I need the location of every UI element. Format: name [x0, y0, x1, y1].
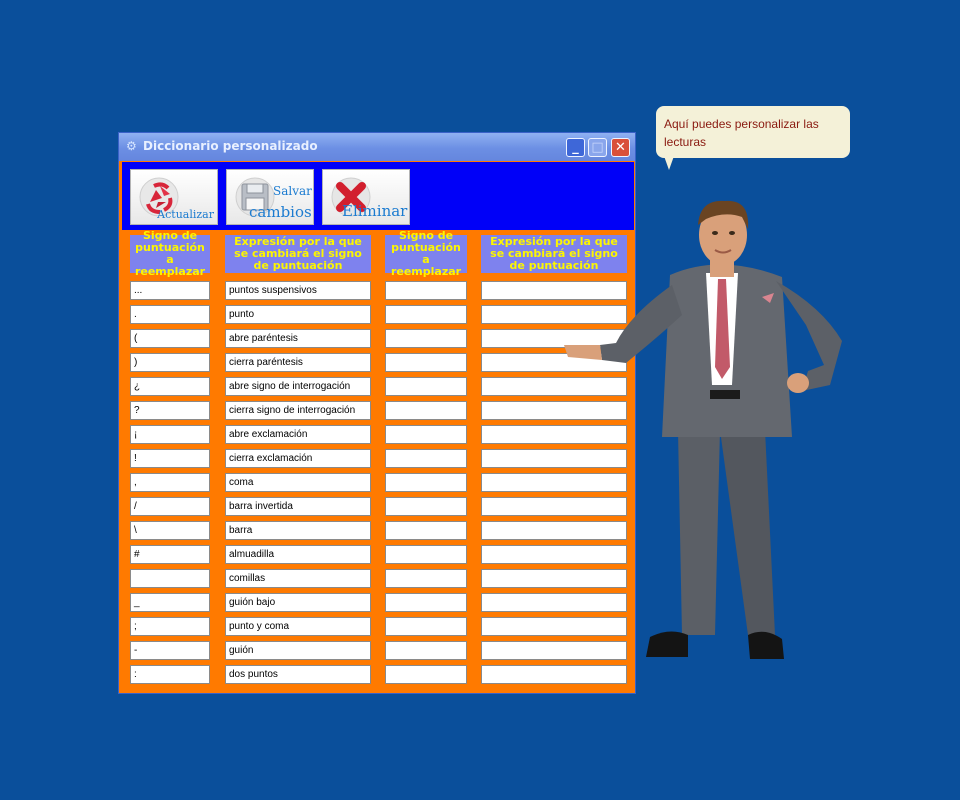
sign-input[interactable]: ) — [130, 353, 210, 372]
update-button-label: Actualizar — [157, 208, 214, 221]
close-icon: ✕ — [615, 140, 626, 155]
sign-input[interactable]: # — [130, 545, 210, 564]
sign-input-2[interactable] — [385, 569, 467, 588]
sign-input[interactable]: ( — [130, 329, 210, 348]
expression-input[interactable]: comillas — [225, 569, 371, 588]
sign-input-2[interactable] — [385, 545, 467, 564]
sign-input[interactable]: ... — [130, 281, 210, 300]
expression-input[interactable]: cierra exclamación — [225, 449, 371, 468]
sign-input[interactable]: - — [130, 641, 210, 660]
expression-input[interactable]: barra invertida — [225, 497, 371, 516]
expression-input[interactable]: cierra paréntesis — [225, 353, 371, 372]
expression-input[interactable]: guión bajo — [225, 593, 371, 612]
delete-button[interactable]: Eliminar — [322, 169, 410, 225]
expression-input[interactable]: guión — [225, 641, 371, 660]
sign-input[interactable]: ¿ — [130, 377, 210, 396]
expression-input[interactable]: punto y coma — [225, 617, 371, 636]
sign-input[interactable] — [130, 569, 210, 588]
sign-input-2[interactable] — [385, 641, 467, 660]
title-bar[interactable]: ⚙ Diccionario personalizado _ □ ✕ — [119, 133, 635, 161]
presenter-character — [564, 200, 842, 659]
expression-input[interactable]: coma — [225, 473, 371, 492]
header-sign-col1: Signo de puntuación a reemplazar — [130, 230, 210, 278]
minimize-button[interactable]: _ — [566, 138, 585, 157]
expression-input[interactable]: puntos suspensivos — [225, 281, 371, 300]
sign-input-2[interactable] — [385, 665, 467, 684]
sign-input[interactable]: ? — [130, 401, 210, 420]
window-title: Diccionario personalizado — [143, 139, 318, 153]
save-button[interactable]: Salvar cambios — [226, 169, 314, 225]
window-app-icon: ⚙ — [126, 139, 137, 153]
expression-input[interactable]: abre paréntesis — [225, 329, 371, 348]
sign-input[interactable]: : — [130, 665, 210, 684]
sign-input-2[interactable] — [385, 497, 467, 516]
expression-input[interactable]: punto — [225, 305, 371, 324]
sign-input-2[interactable] — [385, 449, 467, 468]
sign-input-2[interactable] — [385, 473, 467, 492]
sign-input-2[interactable] — [385, 329, 467, 348]
dictionary-window: ⚙ Diccionario personalizado _ □ ✕ Actual… — [118, 132, 636, 694]
sign-input[interactable]: \ — [130, 521, 210, 540]
expression-input[interactable]: abre signo de interrogación — [225, 377, 371, 396]
sign-input[interactable]: , — [130, 473, 210, 492]
expression-input[interactable]: almuadilla — [225, 545, 371, 564]
sign-input-2[interactable] — [385, 281, 467, 300]
delete-button-label: Eliminar — [342, 202, 408, 220]
sign-input-2[interactable] — [385, 305, 467, 324]
sign-input-2[interactable] — [385, 521, 467, 540]
save-button-label-line2: cambios — [249, 203, 312, 221]
expression-input[interactable]: cierra signo de interrogación — [225, 401, 371, 420]
minimize-icon: _ — [572, 140, 579, 155]
expression-input[interactable]: abre exclamación — [225, 425, 371, 444]
save-button-label-line1: Salvar — [273, 184, 312, 198]
update-button[interactable]: Actualizar — [130, 169, 218, 225]
sign-input-2[interactable] — [385, 593, 467, 612]
maximize-icon: □ — [591, 140, 604, 155]
maximize-button[interactable]: □ — [588, 138, 607, 157]
sign-input-2[interactable] — [385, 425, 467, 444]
assistant-message: Aquí puedes personalizar las lecturas — [664, 117, 819, 149]
speech-bubble-tail — [664, 156, 674, 170]
sign-input-2[interactable] — [385, 353, 467, 372]
header-expression-col1: Expresión por la que se cambiará el sign… — [225, 235, 371, 273]
sign-input-2[interactable] — [385, 401, 467, 420]
sign-input-2[interactable] — [385, 377, 467, 396]
sign-input[interactable]: / — [130, 497, 210, 516]
toolbar: Actualizar Salvar cambios Eliminar — [122, 162, 634, 230]
sign-input[interactable]: ¡ — [130, 425, 210, 444]
close-button[interactable]: ✕ — [611, 138, 630, 157]
sign-input[interactable]: ! — [130, 449, 210, 468]
header-sign-col2: Signo de puntuación a reemplazar — [385, 230, 467, 278]
expression-input[interactable]: dos puntos — [225, 665, 371, 684]
sign-input-2[interactable] — [385, 617, 467, 636]
expression-input[interactable]: barra — [225, 521, 371, 540]
assistant-speech-bubble: Aquí puedes personalizar las lecturas — [656, 106, 850, 158]
sign-input[interactable]: ; — [130, 617, 210, 636]
sign-input[interactable]: . — [130, 305, 210, 324]
sign-input[interactable]: _ — [130, 593, 210, 612]
